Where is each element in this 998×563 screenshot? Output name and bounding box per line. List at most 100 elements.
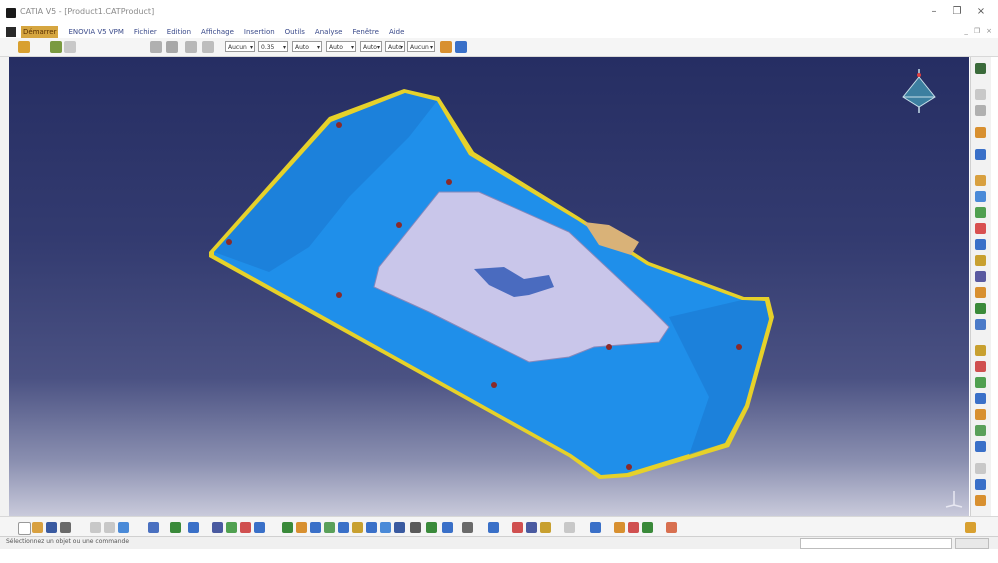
tool-icon[interactable] <box>975 409 986 420</box>
tool-icon[interactable] <box>975 127 986 138</box>
tool-icon[interactable] <box>975 105 986 116</box>
tool-icon[interactable] <box>975 441 986 452</box>
zoom-out-icon[interactable] <box>310 522 321 533</box>
compass-icon[interactable] <box>899 67 939 117</box>
open-icon[interactable] <box>32 522 43 533</box>
tool-icon[interactable] <box>975 89 986 100</box>
menu-help[interactable]: Aide <box>389 26 404 38</box>
document-icon[interactable] <box>6 27 16 37</box>
command-input[interactable] <box>800 538 952 549</box>
measure-icon[interactable] <box>150 41 162 53</box>
properties-icon[interactable] <box>455 41 467 53</box>
iso-view-icon[interactable] <box>352 522 363 533</box>
color-select[interactable]: Aucun <box>225 41 255 53</box>
workbench-icon[interactable] <box>18 41 30 53</box>
tool-icon[interactable] <box>975 319 986 330</box>
tool-icon[interactable] <box>975 239 986 250</box>
print-icon[interactable] <box>60 522 71 533</box>
swap-icon[interactable] <box>394 522 405 533</box>
fly-icon[interactable] <box>226 522 237 533</box>
menu-analyze[interactable]: Analyse <box>315 26 343 38</box>
section-icon[interactable] <box>526 522 537 533</box>
fit-icon[interactable] <box>240 522 251 533</box>
tool-icon[interactable] <box>975 479 986 490</box>
tool-icon[interactable] <box>975 425 986 436</box>
layer-select[interactable]: Auto <box>326 41 356 53</box>
compass-reset-icon[interactable] <box>488 522 499 533</box>
undo-icon[interactable] <box>148 522 159 533</box>
tool-icon[interactable] <box>975 377 986 388</box>
menu-start[interactable]: Démarrer <box>21 26 59 38</box>
tool-icon[interactable] <box>975 463 986 474</box>
tree-icon[interactable] <box>212 522 223 533</box>
close-button[interactable]: × <box>972 5 990 19</box>
shape-icon[interactable] <box>50 41 62 53</box>
3d-viewport[interactable] <box>9 57 969 516</box>
menu-tools[interactable]: Outils <box>285 26 305 38</box>
tool-icon[interactable] <box>975 393 986 404</box>
filter-icon[interactable] <box>185 41 197 53</box>
sync-icon[interactable] <box>590 522 601 533</box>
zoom-in-icon[interactable] <box>296 522 307 533</box>
save-icon[interactable] <box>46 522 57 533</box>
scissors-icon[interactable] <box>166 41 178 53</box>
tool-icon[interactable] <box>975 271 986 282</box>
whatsthis-icon[interactable] <box>188 522 199 533</box>
menu-file[interactable]: Fichier <box>134 26 157 38</box>
cut-icon[interactable] <box>90 522 101 533</box>
tool-icon[interactable] <box>975 361 986 372</box>
menu-enovia[interactable]: ENOVIA V5 VPM <box>68 26 123 38</box>
inertia-icon[interactable] <box>442 522 453 533</box>
point-select[interactable]: Auto <box>385 41 405 53</box>
tool-icon[interactable] <box>975 191 986 202</box>
new-icon[interactable] <box>18 522 31 535</box>
hide-show-icon[interactable] <box>380 522 391 533</box>
normal-view-icon[interactable] <box>324 522 335 533</box>
tool-icon[interactable] <box>975 223 986 234</box>
tool-icon[interactable] <box>975 495 986 506</box>
tool-icon[interactable] <box>975 303 986 314</box>
tool-icon[interactable] <box>975 207 986 218</box>
pan-icon[interactable] <box>254 522 265 533</box>
measure-item-icon[interactable] <box>426 522 437 533</box>
tool-icon[interactable] <box>975 63 986 74</box>
tool-icon[interactable] <box>975 175 986 186</box>
lamp-icon[interactable] <box>642 522 653 533</box>
menu-window[interactable]: Fenêtre <box>352 26 378 38</box>
render-icon[interactable] <box>628 522 639 533</box>
command-button[interactable] <box>955 538 989 549</box>
measure-between-icon[interactable] <box>410 522 421 533</box>
paste-icon[interactable] <box>118 522 129 533</box>
material-icon[interactable] <box>614 522 625 533</box>
shading-icon[interactable] <box>366 522 377 533</box>
part-model[interactable] <box>9 57 969 516</box>
rotate-icon[interactable] <box>282 522 293 533</box>
camera-icon[interactable] <box>462 522 473 533</box>
multi-view-icon[interactable] <box>338 522 349 533</box>
catia-icon[interactable] <box>6 8 16 18</box>
minimize-button[interactable]: – <box>925 5 943 19</box>
redo-icon[interactable] <box>170 522 181 533</box>
doc-close-icon[interactable]: × <box>986 27 992 35</box>
weight-select[interactable]: Auto <box>292 41 322 53</box>
menu-edit[interactable]: Edition <box>167 26 191 38</box>
analysis-icon[interactable] <box>512 522 523 533</box>
menu-insert[interactable]: Insertion <box>244 26 275 38</box>
tool-icon[interactable] <box>975 255 986 266</box>
doc-minimize-icon[interactable]: _ <box>964 27 968 35</box>
tool-icon[interactable] <box>975 345 986 356</box>
distance-icon[interactable] <box>564 522 575 533</box>
catalog-icon[interactable] <box>666 522 677 533</box>
paint-icon[interactable] <box>440 41 452 53</box>
menu-view[interactable]: Affichage <box>201 26 234 38</box>
maximize-button[interactable]: ❐ <box>948 5 966 19</box>
doc-restore-icon[interactable]: ❐ <box>974 27 980 35</box>
linetype-select[interactable]: 0.35 <box>258 41 288 53</box>
copy-icon[interactable] <box>104 522 115 533</box>
linestyle-select[interactable]: Auto <box>360 41 382 53</box>
help-icon[interactable] <box>202 41 214 53</box>
tool-icon[interactable] <box>975 287 986 298</box>
tool-icon[interactable] <box>975 149 986 160</box>
clash-icon[interactable] <box>540 522 551 533</box>
render-select[interactable]: Aucun <box>407 41 435 53</box>
